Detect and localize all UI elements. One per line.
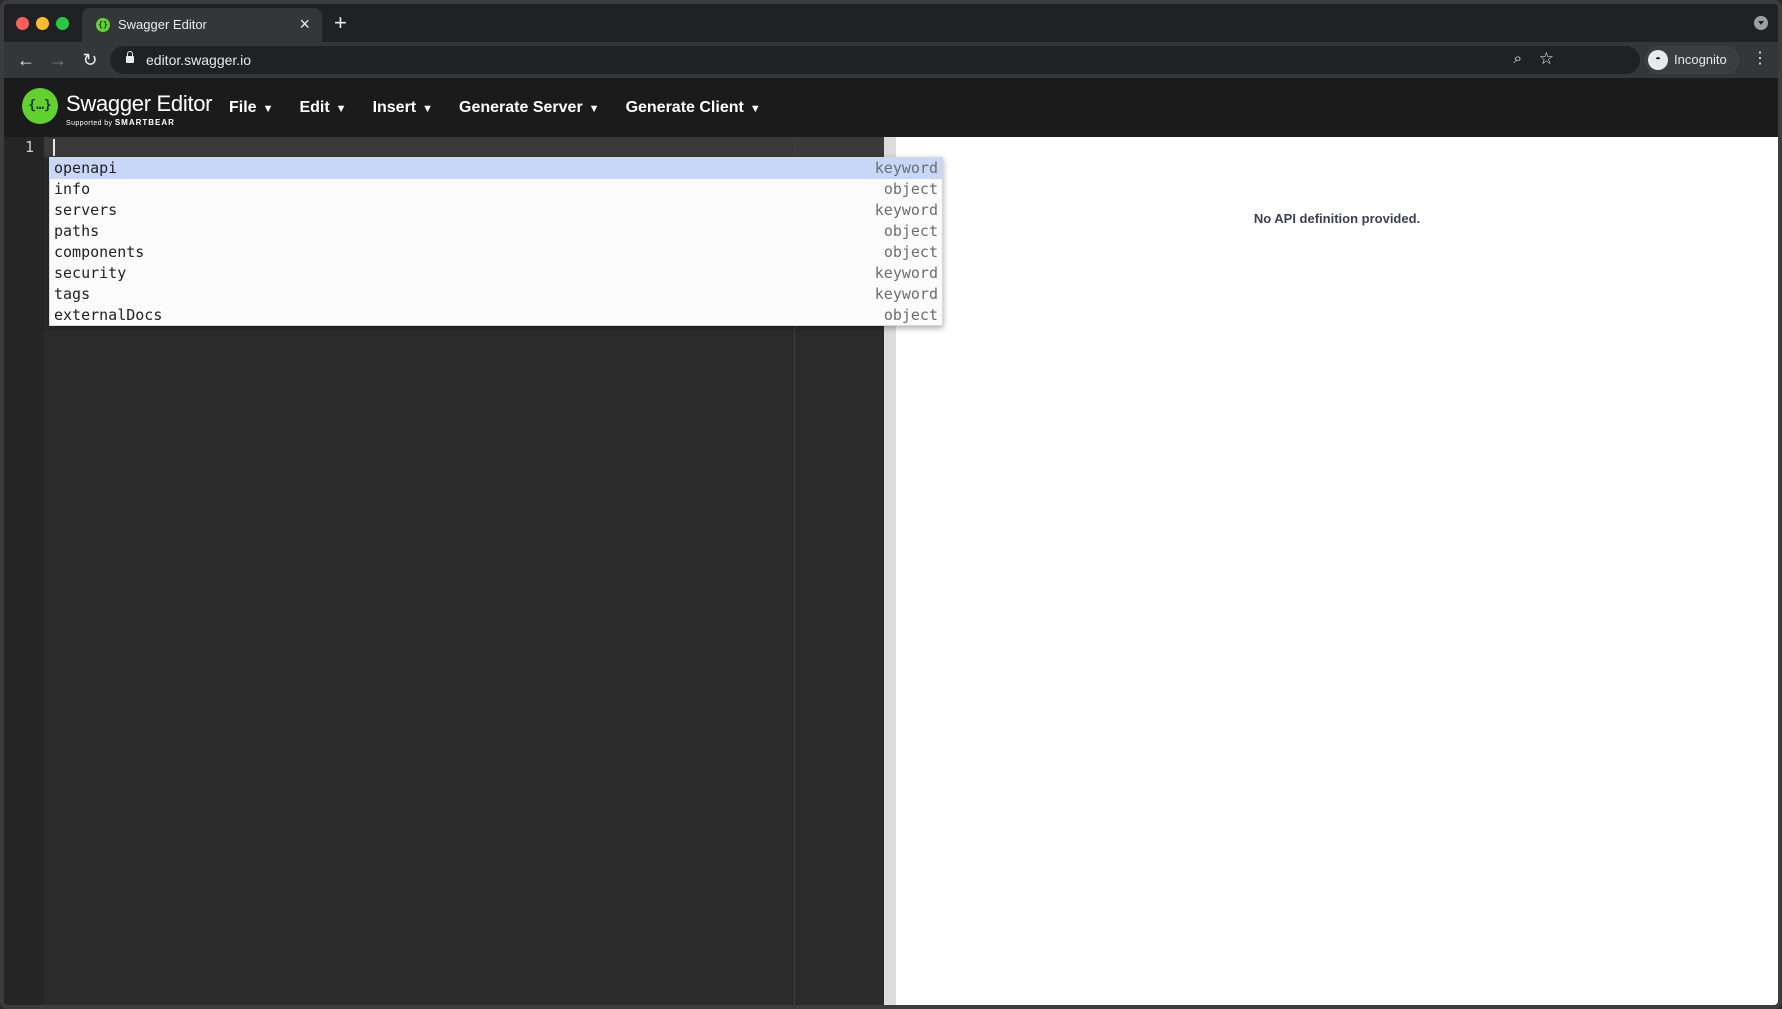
line-gutter: 1 — [4, 137, 44, 1005]
main-menu: File ▼ Edit ▼ Insert ▼ Generate Server ▼ Gen… — [229, 78, 787, 137]
menu-insert-label: Insert — [372, 99, 417, 116]
new-tab-icon[interactable]: + — [334, 11, 347, 35]
swagger-logo-icon[interactable]: {…} — [22, 88, 58, 124]
menu-file[interactable]: File ▼ — [229, 78, 273, 137]
close-window-button[interactable] — [16, 17, 29, 30]
menu-insert[interactable]: Insert ▼ — [373, 78, 433, 137]
autocomplete-item-name: paths — [54, 222, 100, 240]
menu-generate-server[interactable]: Generate Server ▼ — [459, 78, 600, 137]
forward-arrow-icon[interactable]: → — [46, 48, 70, 72]
autocomplete-item-meta: keyword — [874, 159, 938, 177]
autocomplete-item-name: openapi — [54, 159, 118, 177]
autocomplete-item[interactable]: components object — [50, 242, 942, 263]
swagger-favicon-icon: {} — [96, 18, 110, 32]
brand-sub-prefix: Supported by — [66, 120, 113, 127]
lock-icon[interactable] — [126, 51, 134, 63]
caret-down-icon: ▼ — [335, 103, 347, 115]
bookmark-star-icon[interactable]: ☆ — [1539, 49, 1554, 69]
autocomplete-item-meta: keyword — [874, 201, 938, 219]
autocomplete-item[interactable]: tags keyword — [50, 284, 942, 305]
autocomplete-item-name: info — [54, 180, 91, 198]
menu-generate-client[interactable]: Generate Client ▼ — [626, 78, 761, 137]
autocomplete-item-meta: keyword — [874, 285, 938, 303]
active-line[interactable] — [44, 137, 884, 157]
browser-toolbar: ← → ↻ editor.swagger.io ⌕ ☆ ◓ Incognito … — [4, 42, 1778, 78]
minimize-window-button[interactable] — [36, 17, 49, 30]
zoom-icon[interactable]: ⌕ — [1514, 50, 1522, 67]
autocomplete-item-name: servers — [54, 201, 118, 219]
menu-file-label: File — [229, 99, 257, 116]
caret-down-icon: ▼ — [422, 103, 434, 115]
autocomplete-item-meta: object — [883, 306, 938, 324]
reload-icon[interactable]: ↻ — [78, 48, 102, 72]
autocomplete-item[interactable]: info object — [50, 179, 942, 200]
autocomplete-item-name: tags — [54, 285, 91, 303]
menu-edit-label: Edit — [299, 99, 330, 116]
autocomplete-item[interactable]: security keyword — [50, 263, 942, 284]
autocomplete-item[interactable]: servers keyword — [50, 200, 942, 221]
maximize-window-button[interactable] — [56, 17, 69, 30]
url-text[interactable]: editor.swagger.io — [146, 52, 251, 68]
swagger-topbar: {…} Swagger Editor Supported by SMARTBEA… — [4, 78, 1778, 137]
menu-generate-client-label: Generate Client — [625, 99, 744, 116]
tab-search-icon[interactable] — [1754, 16, 1768, 30]
caret-down-icon: ▼ — [588, 103, 600, 115]
browser-menu-icon[interactable]: ⋮ — [1752, 49, 1768, 69]
no-definition-message: No API definition provided. — [1253, 211, 1421, 226]
brand-name: Swagger Editor — [66, 91, 213, 116]
tab-title: Swagger Editor — [118, 17, 207, 32]
autocomplete-item[interactable]: externalDocs object — [50, 305, 942, 326]
menu-edit[interactable]: Edit ▼ — [299, 78, 346, 137]
incognito-icon: ◓ — [1648, 50, 1668, 70]
tab-strip: {} Swagger Editor × + — [4, 4, 1778, 42]
browser-window: {} Swagger Editor × + ← → ↻ editor.swagg… — [0, 0, 1782, 1009]
autocomplete-item-meta: object — [883, 222, 938, 240]
autocomplete-item-name: components — [54, 243, 145, 261]
incognito-badge[interactable]: ◓ Incognito — [1644, 46, 1740, 74]
autocomplete-item-name: security — [54, 264, 127, 282]
code-editor[interactable]: 1 openapi keyword info object servers ke… — [4, 137, 943, 1005]
menu-generate-server-label: Generate Server — [459, 99, 583, 116]
autocomplete-item-name: externalDocs — [54, 306, 163, 324]
close-tab-icon[interactable]: × — [299, 14, 310, 34]
preview-pane: No API definition provided. — [896, 137, 1778, 1005]
incognito-label: Incognito — [1674, 52, 1727, 67]
autocomplete-item[interactable]: paths object — [50, 221, 942, 242]
autocomplete-popup: openapi keyword info object servers keyw… — [49, 157, 943, 326]
caret-down-icon: ▼ — [262, 103, 274, 115]
autocomplete-item[interactable]: openapi keyword — [50, 158, 942, 179]
caret-down-icon: ▼ — [749, 103, 761, 115]
text-cursor — [53, 139, 55, 156]
line-number: 1 — [24, 138, 34, 156]
brand-sub-company: SMARTBEAR — [114, 118, 175, 127]
browser-tab[interactable]: {} Swagger Editor × — [82, 8, 322, 42]
autocomplete-item-meta: object — [883, 243, 938, 261]
brand-subtitle: Supported by SMARTBEAR — [66, 118, 175, 127]
autocomplete-item-meta: keyword — [874, 264, 938, 282]
autocomplete-item-meta: object — [883, 180, 938, 198]
address-bar[interactable]: editor.swagger.io ⌕ ☆ — [110, 46, 1640, 74]
back-arrow-icon[interactable]: ← — [14, 48, 38, 72]
